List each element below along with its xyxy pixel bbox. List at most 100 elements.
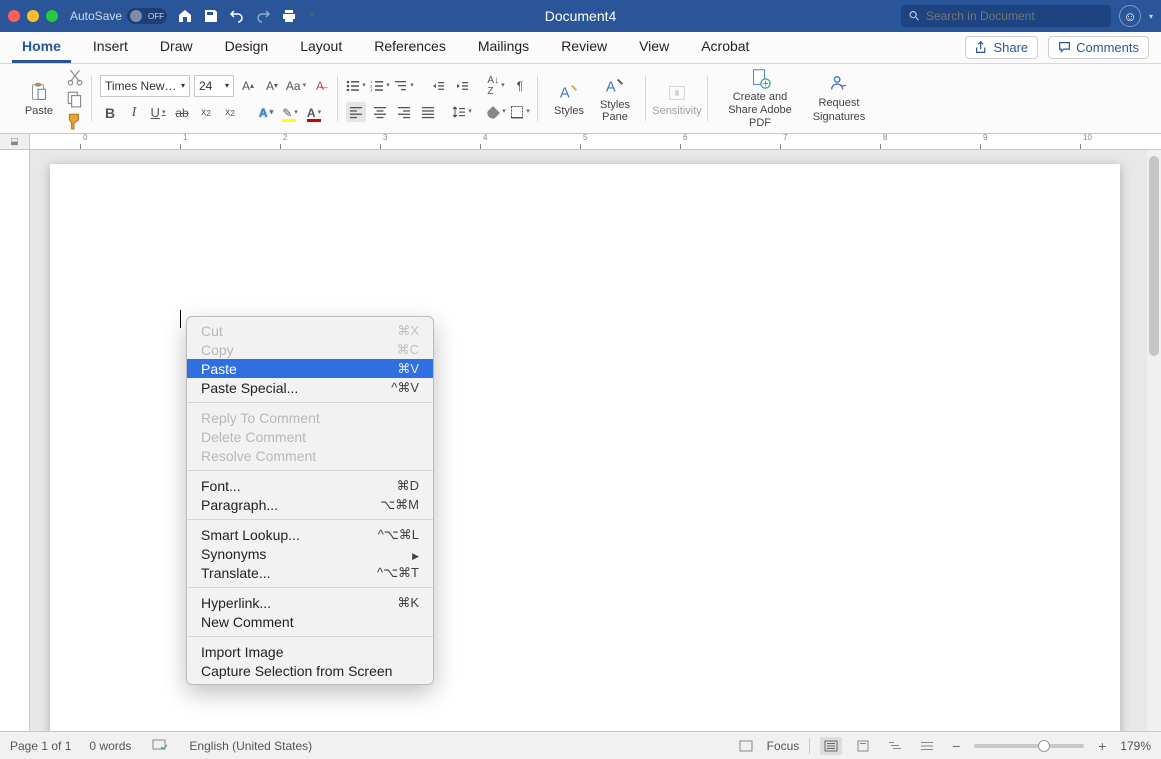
text-effects-icon[interactable]: A [256,103,276,123]
tab-review[interactable]: Review [551,32,617,63]
undo-icon[interactable] [229,8,245,24]
styles-pane-button[interactable]: A Styles Pane [592,73,638,125]
context-menu-paste-special[interactable]: Paste Special...^⌘V [187,378,433,397]
font-size-select[interactable]: 24▾ [194,75,234,97]
context-menu-hyperlink[interactable]: Hyperlink...⌘K [187,593,433,612]
search-box[interactable] [901,5,1111,27]
tab-references[interactable]: References [364,32,456,63]
tab-home[interactable]: Home [12,32,71,63]
share-button[interactable]: Share [965,36,1038,59]
align-left-icon[interactable] [346,102,366,122]
vertical-scrollbar[interactable] [1147,150,1161,731]
tab-acrobat[interactable]: Acrobat [691,32,759,63]
print-layout-icon[interactable] [852,737,874,755]
italic-button[interactable]: I [124,103,144,123]
numbering-icon[interactable]: 123 [370,76,390,96]
vertical-ruler[interactable] [0,150,30,731]
maximize-window-button[interactable] [46,10,58,22]
horizontal-ruler[interactable]: 01234567891011 [30,134,1161,150]
create-adobe-pdf-button[interactable]: Create and Share Adobe PDF [716,65,804,133]
home-icon[interactable] [177,8,193,24]
tab-view[interactable]: View [629,32,679,63]
request-signatures-button[interactable]: Request Signatures [804,71,874,125]
zoom-percent[interactable]: 179% [1120,739,1151,753]
increase-font-icon[interactable]: A▴ [238,76,258,96]
line-spacing-icon[interactable] [452,102,472,122]
search-input[interactable] [926,9,1103,23]
outline-icon[interactable] [916,737,938,755]
bold-button[interactable]: B [100,103,120,123]
copy-icon[interactable] [66,91,84,107]
font-name-value: Times New… [105,79,177,93]
context-menu-smart-lookup[interactable]: Smart Lookup...^⌥⌘L [187,525,433,544]
context-menu-paste[interactable]: Paste⌘V [187,359,433,378]
signature-icon [828,73,850,95]
context-menu-import-image[interactable]: Import Image [187,642,433,661]
show-paragraph-marks-icon[interactable]: ¶ [510,76,530,96]
context-menu-translate[interactable]: Translate...^⌥⌘T [187,563,433,582]
tab-mailings[interactable]: Mailings [468,32,539,63]
change-case-icon[interactable]: Aa [286,76,306,96]
comments-button[interactable]: Comments [1048,36,1149,59]
clear-formatting-icon[interactable]: A̶ [310,76,330,96]
decrease-font-icon[interactable]: A▾ [262,76,282,96]
paste-button[interactable]: Paste [16,79,62,119]
tab-layout[interactable]: Layout [290,32,352,63]
zoom-out-button[interactable]: − [948,738,964,754]
format-painter-icon[interactable] [66,113,84,129]
context-menu-capture-selection-from-screen[interactable]: Capture Selection from Screen [187,661,433,680]
multilevel-list-icon[interactable] [394,76,414,96]
justify-icon[interactable] [418,102,438,122]
cut-icon[interactable] [66,69,84,85]
superscript-button[interactable]: x2 [220,103,240,123]
styles-button[interactable]: A Styles [546,79,592,119]
context-menu-synonyms[interactable]: Synonyms [187,544,433,563]
subscript-button[interactable]: x2 [196,103,216,123]
bullets-icon[interactable] [346,76,366,96]
decrease-indent-icon[interactable] [428,76,448,96]
font-size-value: 24 [199,79,212,93]
account-icon[interactable]: ☺ [1119,5,1141,27]
align-right-icon[interactable] [394,102,414,122]
sort-icon[interactable]: A↓Z [486,76,506,96]
paste-label: Paste [25,105,53,117]
page-status[interactable]: Page 1 of 1 [10,739,71,753]
read-mode-icon[interactable] [820,737,842,755]
borders-icon[interactable] [510,102,530,122]
increase-indent-icon[interactable] [452,76,472,96]
underline-button[interactable]: U [148,103,168,123]
zoom-slider[interactable] [974,744,1084,748]
spellcheck-icon[interactable] [149,737,171,755]
document-title: Document4 [545,8,617,24]
zoom-in-button[interactable]: + [1094,738,1110,754]
web-layout-icon[interactable] [884,737,906,755]
ruler-corner[interactable]: ⬓ [0,134,30,150]
language-status[interactable]: English (United States) [189,739,312,753]
align-center-icon[interactable] [370,102,390,122]
minimize-window-button[interactable] [27,10,39,22]
close-window-button[interactable] [8,10,20,22]
shading-icon[interactable] [486,102,506,122]
redo-icon[interactable] [255,8,271,24]
qat-customize-dropdown[interactable] [307,8,315,24]
zoom-slider-thumb[interactable] [1038,740,1050,752]
save-icon[interactable] [203,8,219,24]
context-menu-paragraph[interactable]: Paragraph...⌥⌘M [187,495,433,514]
autosave-toggle[interactable]: AutoSave OFF [70,8,167,24]
scrollbar-thumb[interactable] [1149,156,1159,356]
context-menu-new-comment[interactable]: New Comment [187,612,433,631]
context-menu-reply-to-comment: Reply To Comment [187,408,433,427]
tab-design[interactable]: Design [215,32,279,63]
font-color-icon[interactable]: A [304,103,324,123]
font-name-select[interactable]: Times New…▾ [100,75,190,97]
tab-insert[interactable]: Insert [83,32,138,63]
account-dropdown[interactable]: ▾ [1149,12,1153,21]
tab-draw[interactable]: Draw [150,32,203,63]
print-icon[interactable] [281,8,297,24]
highlight-color-icon[interactable]: ✎ [280,103,300,123]
focus-icon[interactable] [735,737,757,755]
word-count[interactable]: 0 words [89,739,131,753]
strikethrough-button[interactable]: ab [172,103,192,123]
context-menu-font[interactable]: Font...⌘D [187,476,433,495]
focus-label[interactable]: Focus [767,739,800,753]
